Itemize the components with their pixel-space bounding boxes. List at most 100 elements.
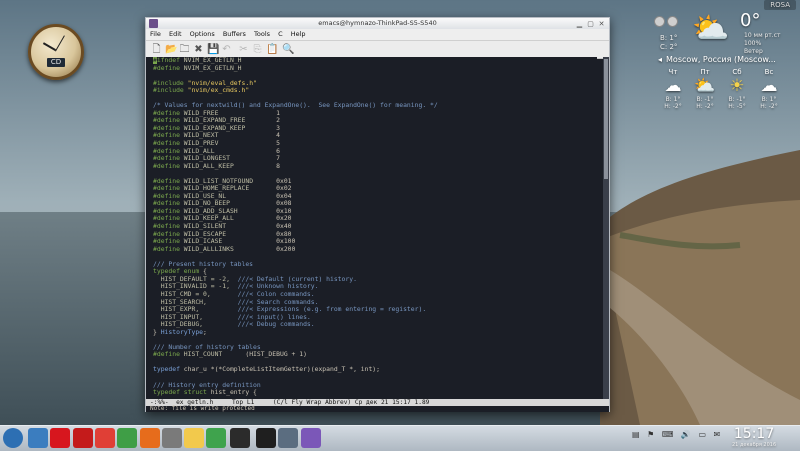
code-token: NVIM_EX_GETLN_H — [179, 63, 242, 72]
search-icon[interactable]: 🔍 — [282, 44, 294, 55]
day-low: Н: -2° — [664, 103, 682, 110]
chrome-icon[interactable] — [117, 428, 137, 448]
code-token: char_u *(*CompleteListItemGetter)(expand… — [179, 365, 381, 374]
day-low: Н: -2° — [696, 103, 714, 110]
terminal-icon[interactable] — [230, 428, 250, 448]
code-line: } HistoryType; — [151, 327, 597, 337]
day-high: В: 1° — [665, 96, 681, 103]
window-title: emacs@hymnazo-ThinkPad-S5-S540 — [318, 19, 437, 27]
open-folder-icon[interactable]: 📂 — [165, 44, 177, 55]
menu-help[interactable]: Help — [291, 30, 306, 38]
taskbar: ▤ ⚑ ⌨ 🔊 ▭ ✉ 15:17 21 декабря 2016 — [0, 425, 800, 451]
menu-c[interactable]: C — [278, 30, 283, 38]
rosa-label: ROSA — [764, 0, 796, 10]
maximize-icon[interactable]: ▢ — [586, 20, 595, 28]
weather-location[interactable]: ◂ Moscow, Россия (Moscow... — [658, 55, 776, 64]
firefox-icon[interactable] — [140, 428, 160, 448]
notifications-icon[interactable]: ✉ — [714, 430, 721, 439]
cloud-snow-icon: ☁ — [664, 76, 682, 96]
current-high-low: В: 1° С: 2° — [660, 34, 677, 52]
day-name: Вс — [764, 68, 774, 76]
code-editor-icon[interactable] — [162, 428, 182, 448]
emacs-icon[interactable] — [301, 428, 321, 448]
code-token: #define — [153, 350, 180, 359]
weather-controls[interactable] — [654, 12, 680, 31]
emacs-app-icon[interactable] — [149, 19, 158, 28]
code-line: #define NVIM_EX_GETLN_H — [151, 63, 597, 73]
scrollbar-thumb[interactable] — [604, 59, 608, 179]
analog-clock-widget[interactable]: CD — [28, 24, 84, 80]
day-name: Сб — [732, 68, 742, 76]
menu-buffers[interactable]: Buffers — [223, 30, 246, 38]
language-flag-icon[interactable]: ⚑ — [647, 430, 654, 439]
echo-area: Note: file is write protected — [146, 406, 609, 412]
code-token: WILD_ALL_KEEP — [179, 161, 234, 170]
code-token: 8 — [233, 161, 280, 170]
file-manager-icon[interactable] — [28, 428, 48, 448]
cut-icon[interactable]: ✂ — [238, 44, 249, 55]
location-arrow-icon: ◂ — [658, 55, 663, 64]
system-tray: ▤ ⚑ ⌨ 🔊 ▭ ✉ — [632, 430, 725, 439]
forecast-day: Вс ☁ В: 1° Н: -2° — [754, 68, 784, 110]
terminal-alt-icon[interactable] — [256, 428, 276, 448]
network-icon[interactable]: ▤ — [632, 430, 640, 439]
paste-icon[interactable]: 📋 — [266, 44, 278, 55]
weather-details: 10 мм рт.ст 100% Ветер — [744, 32, 781, 56]
opera-icon[interactable] — [50, 428, 70, 448]
high-temp: В: 1° — [660, 34, 678, 42]
scrollbar[interactable] — [603, 57, 609, 399]
window-buttons: ▁ ▢ ✕ — [573, 19, 606, 30]
day-low: Н: -2° — [760, 103, 778, 110]
window-titlebar[interactable]: emacs@hymnazo-ThinkPad-S5-S540 ▁ ▢ ✕ — [146, 18, 609, 29]
minimize-icon[interactable]: ▁ — [575, 20, 584, 28]
clock-minute-hand — [55, 35, 65, 52]
code-line: typedef char_u *(*CompleteListItemGetter… — [151, 366, 597, 374]
undo-icon[interactable]: ↶ — [221, 44, 232, 55]
menu-tools[interactable]: Tools — [254, 30, 270, 38]
weather-settings-icon[interactable] — [667, 16, 678, 27]
code-line: #define HIST_COUNT (HIST_DEBUG + 1) — [151, 351, 597, 359]
clock-hour-hand — [42, 42, 56, 51]
app-green-icon[interactable] — [206, 428, 226, 448]
editor-buffer[interactable]: #ifndef NVIM_EX_GETLN_H #define NVIM_EX_G… — [151, 57, 597, 399]
menu-edit[interactable]: Edit — [169, 30, 182, 38]
clock-label: CD — [47, 58, 65, 67]
copy-icon[interactable]: ⎘ — [252, 44, 263, 55]
volume-icon[interactable]: 🔊 — [681, 430, 691, 439]
location-name: Moscow, Россия (Moscow... — [666, 55, 776, 64]
dired-icon[interactable]: 🗀 — [179, 44, 190, 55]
screenshot-icon[interactable] — [278, 428, 298, 448]
code-token: #define — [153, 244, 180, 253]
code-token: typedef struct — [153, 388, 207, 397]
menu-options[interactable]: Options — [190, 30, 215, 38]
partly-cloudy-icon: ⛅ — [694, 76, 716, 96]
code-token: } — [153, 327, 161, 336]
day-high: В: 1° — [761, 96, 777, 103]
weather-refresh-icon[interactable] — [654, 16, 665, 27]
notes-icon[interactable] — [184, 428, 204, 448]
save-icon[interactable]: 💾 — [207, 44, 219, 55]
taskbar-clock[interactable]: 15:17 21 декабря 2016 — [732, 426, 776, 448]
new-file-icon[interactable]: 🗋 — [151, 44, 162, 55]
day-high: В: -1° — [728, 96, 746, 103]
start-menu-icon[interactable] — [3, 428, 23, 448]
close-buffer-icon[interactable]: ✖ — [193, 44, 204, 55]
vivaldi-icon[interactable] — [95, 428, 115, 448]
code-token: HistoryType — [160, 327, 204, 336]
close-icon[interactable]: ✕ — [597, 20, 606, 28]
opera-gx-icon[interactable] — [73, 428, 93, 448]
code-token: 0x200 — [233, 244, 296, 253]
code-token: #define — [153, 161, 180, 170]
clock-date: 21 декабря 2016 — [732, 442, 777, 448]
code-token: #define — [153, 63, 180, 72]
code-line: #include "nvim/ex_cmds.h" — [151, 86, 597, 95]
forecast-day: Пт ⛅ В: -1° Н: -2° — [690, 68, 720, 110]
keyboard-icon[interactable]: ⌨ — [662, 430, 674, 439]
weather-widget[interactable]: ROSA ⛅ 0° В: 1° С: 2° 10 мм рт.ст 100% В… — [640, 0, 800, 120]
battery-icon[interactable]: ▭ — [698, 430, 706, 439]
pressure: 10 мм рт.ст — [744, 32, 781, 39]
emacs-window[interactable]: emacs@hymnazo-ThinkPad-S5-S540 ▁ ▢ ✕ File … — [145, 17, 610, 412]
code-token: hist_entry { — [206, 388, 257, 397]
menu-file[interactable]: File — [150, 30, 161, 38]
sun-icon: ☀ — [729, 76, 745, 96]
